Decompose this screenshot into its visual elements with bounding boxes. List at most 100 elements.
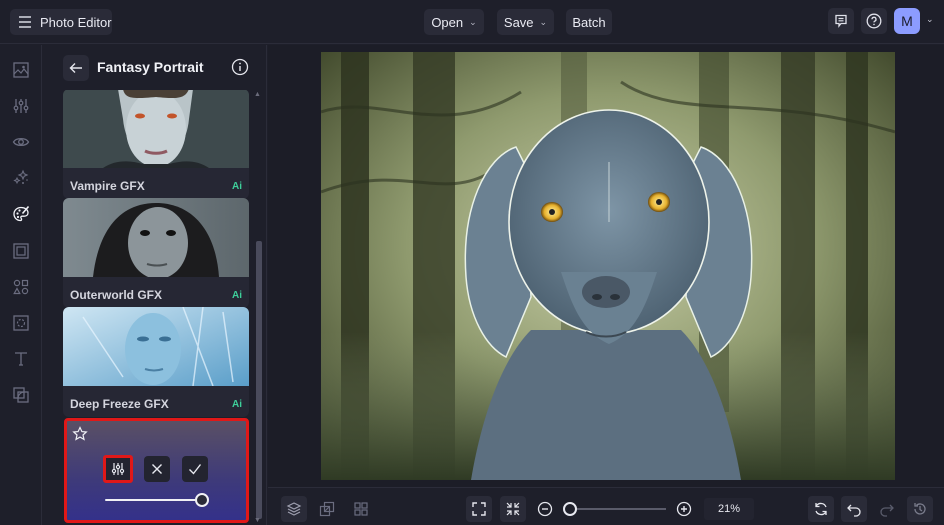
canvas-area	[268, 45, 944, 487]
compare-icon	[319, 501, 335, 517]
texture-icon	[13, 315, 29, 331]
intensity-slider-track[interactable]	[105, 499, 201, 501]
rail-item-overlays[interactable]	[9, 383, 33, 407]
effect-name: Deep Freeze GFX	[70, 397, 169, 411]
chevron-down-icon: ⌄	[469, 16, 477, 27]
zoom-in-button[interactable]	[671, 496, 697, 522]
rail-item-artsy[interactable]	[9, 202, 33, 226]
effect-card-deep-freeze[interactable]: Deep Freeze GFX Ai	[63, 307, 249, 417]
overlay-icon	[13, 387, 29, 403]
save-label: Save	[503, 14, 534, 30]
open-button[interactable]: Open ⌄	[424, 9, 484, 35]
effect-card-vampire[interactable]: Vampire GFX Ai	[63, 90, 249, 199]
zoom-slider-handle[interactable]	[563, 502, 577, 516]
arrow-left-icon	[69, 63, 82, 73]
rail-item-graphics[interactable]	[9, 275, 33, 299]
grid-button[interactable]	[348, 496, 374, 522]
check-icon	[189, 464, 202, 475]
shapes-icon	[13, 279, 29, 295]
image-icon	[13, 62, 29, 78]
info-icon[interactable]	[231, 58, 249, 76]
layers-icon	[286, 502, 302, 516]
scroll-down-arrow[interactable]: ▼	[254, 517, 261, 524]
effect-meta: Deep Freeze GFX Ai	[63, 391, 249, 417]
batch-button[interactable]: Batch	[566, 9, 612, 35]
favorite-star-icon[interactable]	[72, 426, 88, 442]
apply-effect-button[interactable]	[182, 456, 208, 482]
undo-icon	[847, 504, 861, 517]
intensity-slider-handle[interactable]	[195, 493, 209, 507]
ai-badge: Ai	[232, 289, 242, 301]
frame-icon	[13, 243, 29, 259]
zoom-percentage[interactable]: 21%	[704, 498, 754, 520]
help-icon	[866, 13, 882, 29]
cancel-effect-button[interactable]	[144, 456, 170, 482]
fit-to-screen-button[interactable]	[466, 496, 492, 522]
main-menu-button[interactable]: Photo Editor	[10, 9, 112, 35]
effect-thumbnail	[63, 307, 249, 387]
effect-name: Outerworld GFX	[70, 288, 163, 302]
ai-badge: Ai	[232, 398, 242, 410]
layers-button[interactable]	[281, 496, 307, 522]
refresh-icon	[815, 502, 827, 516]
bottom-toolbar: 21%	[268, 487, 944, 525]
photo-canvas[interactable]	[321, 52, 895, 480]
sliders-icon	[13, 99, 29, 113]
sliders-icon	[111, 463, 125, 475]
open-label: Open	[431, 14, 464, 30]
zoom-out-button[interactable]	[532, 496, 558, 522]
effect-card-outerworld[interactable]: Outerworld GFX Ai	[63, 198, 249, 308]
chevron-down-icon: ⌄	[539, 16, 548, 27]
account-chevron-down-icon[interactable]: ⌄	[926, 14, 934, 25]
back-button[interactable]	[63, 55, 89, 81]
rail-item-frames[interactable]	[9, 239, 33, 263]
tool-rail	[0, 45, 42, 525]
rail-item-adjust[interactable]	[9, 94, 33, 118]
effect-thumbnail	[63, 90, 249, 168]
ai-badge: Ai	[232, 180, 242, 192]
zoom-in-icon	[676, 501, 692, 517]
batch-label: Batch	[572, 14, 606, 30]
history-button[interactable]	[907, 496, 933, 522]
user-avatar[interactable]: M	[894, 8, 920, 34]
compare-button[interactable]	[314, 496, 340, 522]
actual-size-button[interactable]	[500, 496, 526, 522]
active-effect-controls	[64, 418, 249, 523]
rail-item-text[interactable]	[9, 347, 33, 371]
rail-item-touch-up[interactable]	[9, 166, 33, 190]
expand-icon	[472, 502, 486, 516]
panel-title: Fantasy Portrait	[97, 59, 204, 75]
zoom-out-icon	[537, 501, 553, 517]
top-bar: Photo Editor Open ⌄ Save ⌄ Batch M ⌄	[0, 0, 944, 44]
history-icon	[914, 503, 926, 515]
shrink-icon	[506, 502, 520, 516]
app-title: Photo Editor	[40, 14, 112, 30]
reset-button[interactable]	[808, 496, 834, 522]
help-button[interactable]	[861, 8, 887, 34]
avatar-initial: M	[901, 13, 913, 29]
save-button[interactable]: Save ⌄	[497, 9, 554, 35]
effect-name: Vampire GFX	[70, 179, 145, 193]
effect-thumbnail	[63, 198, 249, 279]
redo-icon	[880, 504, 894, 517]
effect-meta: Vampire GFX Ai	[63, 173, 249, 199]
effect-meta: Outerworld GFX Ai	[63, 282, 249, 308]
rail-item-image[interactable]	[9, 58, 33, 82]
close-icon	[152, 464, 162, 474]
panel-scrollbar-thumb[interactable]	[256, 241, 262, 519]
redo-button[interactable]	[874, 496, 900, 522]
feedback-button[interactable]	[828, 8, 854, 34]
hamburger-icon	[19, 16, 31, 28]
undo-button[interactable]	[841, 496, 867, 522]
adjust-settings-button[interactable]	[103, 455, 133, 483]
palette-icon	[13, 205, 30, 222]
sparkles-icon	[13, 169, 29, 185]
text-icon	[15, 352, 27, 366]
rail-item-textures[interactable]	[9, 311, 33, 335]
scroll-up-arrow[interactable]: ▲	[254, 91, 261, 98]
eye-icon	[12, 137, 30, 147]
zoom-slider-track[interactable]	[574, 508, 666, 510]
feedback-icon	[835, 14, 847, 28]
rail-item-effects[interactable]	[9, 130, 33, 154]
grid-icon	[354, 502, 368, 516]
